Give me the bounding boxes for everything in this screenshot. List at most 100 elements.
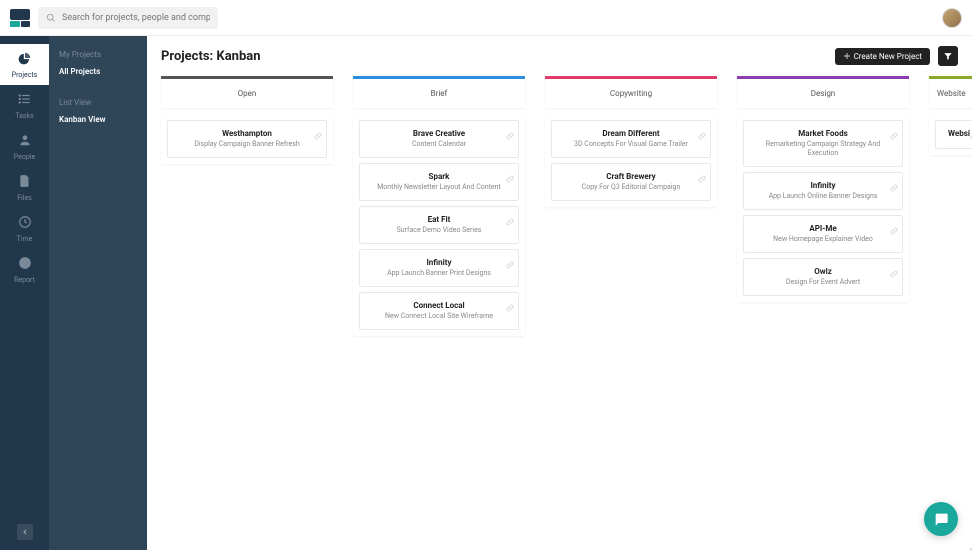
card-subtitle: Remarketing Campaign Strategy And Execut…: [754, 140, 892, 158]
column-body: Brave Creative Content Calendar Spark Month…: [353, 114, 525, 336]
project-card[interactable]: Websi: [935, 120, 972, 149]
column-header[interactable]: Website: [929, 76, 972, 108]
search-input[interactable]: [62, 13, 210, 23]
card-title: Infinity: [370, 258, 508, 267]
nav-item-projects[interactable]: Projects: [0, 44, 49, 85]
page-header: Projects: Kanban Create New Project: [147, 36, 972, 76]
sidebar-item-my-projects[interactable]: My Projects: [57, 46, 139, 63]
card-title: Infinity: [754, 181, 892, 190]
card-title: Connect Local: [370, 301, 508, 310]
card-title: Dream Different: [562, 129, 700, 138]
files-icon: [18, 173, 32, 192]
card-subtitle: Surface Demo Video Series: [370, 226, 508, 235]
link-icon: [890, 177, 898, 196]
sidebar-item-all-projects[interactable]: All Projects: [57, 63, 139, 80]
search-box[interactable]: [38, 7, 218, 29]
project-card[interactable]: Market Foods Remarketing Campaign Strateg…: [743, 120, 903, 167]
nav-item-time[interactable]: Time: [0, 208, 49, 249]
chat-icon: [933, 511, 949, 527]
topbar: [0, 0, 972, 36]
project-card[interactable]: Brave Creative Content Calendar: [359, 120, 519, 158]
project-card[interactable]: Westhampton Display Campaign Banner Refre…: [167, 120, 327, 158]
card-title: Eat Fit: [370, 215, 508, 224]
project-card[interactable]: API-Me New Homepage Explainer Video: [743, 215, 903, 253]
link-icon: [506, 125, 514, 144]
column-header[interactable]: Open: [161, 76, 333, 108]
people-icon: [18, 132, 32, 151]
card-subtitle: Design For Event Advert: [754, 278, 892, 287]
column-body: Market Foods Remarketing Campaign Strateg…: [737, 114, 909, 302]
kanban-column: Website Websi: [929, 76, 972, 536]
card-title: Market Foods: [754, 129, 892, 138]
nav-item-files[interactable]: Files: [0, 167, 49, 208]
column-body: Westhampton Display Campaign Banner Refre…: [161, 114, 333, 164]
kanban-column: Brief Brave Creative Content Calendar Spark…: [353, 76, 525, 536]
card-title: Spark: [370, 172, 508, 181]
nav-label: Files: [17, 194, 32, 202]
sidebar-item-kanban-view[interactable]: Kanban View: [57, 111, 139, 128]
projects-icon: [18, 50, 32, 69]
card-subtitle: Display Campaign Banner Refresh: [178, 140, 316, 149]
nav-item-people[interactable]: People: [0, 126, 49, 167]
nav-item-tasks[interactable]: Tasks: [0, 85, 49, 126]
chat-widget[interactable]: [924, 502, 958, 536]
card-subtitle: New Homepage Explainer Video: [754, 235, 892, 244]
time-icon: [18, 214, 32, 233]
kanban-column: Open Westhampton Display Campaign Banner R…: [161, 76, 333, 536]
create-project-label: Create New Project: [854, 52, 922, 61]
column-body: Dream Different 3D Concepts For Visual Ga…: [545, 114, 717, 207]
column-header[interactable]: Design: [737, 76, 909, 108]
nav-label: Report: [14, 276, 35, 284]
filter-button[interactable]: [938, 46, 958, 66]
nav-label: Tasks: [15, 112, 33, 120]
nav-label: People: [14, 153, 35, 161]
create-project-button[interactable]: Create New Project: [835, 48, 930, 65]
project-card[interactable]: Craft BreweryCopy For Q3 Editorial Campa…: [551, 163, 711, 201]
plus-icon: [843, 52, 851, 60]
project-card[interactable]: Owlz Design For Event Advert: [743, 258, 903, 296]
card-title: Westhampton: [178, 129, 316, 138]
card-subtitle: App Launch Online Banner Designs: [754, 192, 892, 201]
link-icon: [506, 254, 514, 273]
project-card[interactable]: Spark Monthly Newsletter Layout And Conte…: [359, 163, 519, 201]
report-icon: [18, 255, 32, 274]
card-title: Owlz: [754, 267, 892, 276]
card-title: Craft Brewery: [562, 172, 700, 181]
link-icon: [890, 125, 898, 144]
link-icon: [890, 263, 898, 282]
project-card[interactable]: Eat Fit Surface Demo Video Series: [359, 206, 519, 244]
card-subtitle: New Connect Local Site Wireframe: [370, 312, 508, 321]
link-icon: [506, 168, 514, 187]
column-header[interactable]: Brief: [353, 76, 525, 108]
user-avatar[interactable]: [942, 8, 962, 28]
collapse-nav-button[interactable]: [17, 524, 33, 540]
project-card[interactable]: Infinity App Launch Banner Print Designs: [359, 249, 519, 287]
page-title: Projects: Kanban: [161, 49, 261, 64]
sidebar: My ProjectsAll Projects List ViewKanban V…: [49, 36, 147, 550]
card-title: Websi: [946, 129, 972, 138]
card-title: Brave Creative: [370, 129, 508, 138]
project-card[interactable]: Infinity App Launch Online Banner Designs: [743, 172, 903, 210]
link-icon: [314, 125, 322, 144]
card-subtitle: 3D Concepts For Visual Game Trailer: [562, 140, 700, 149]
kanban-column: Copywriting Dream Different 3D Concepts Fo…: [545, 76, 717, 536]
link-icon: [506, 297, 514, 316]
nav-item-report[interactable]: Report: [0, 249, 49, 290]
sidebar-item-list-view[interactable]: List View: [57, 94, 139, 111]
main-nav: Projects Tasks People Files Time Report: [0, 36, 49, 550]
card-subtitle: App Launch Banner Print Designs: [370, 269, 508, 278]
search-icon: [46, 13, 56, 23]
project-card[interactable]: Dream Different 3D Concepts For Visual Ga…: [551, 120, 711, 158]
card-subtitle: Monthly Newsletter Layout And Content: [370, 183, 508, 192]
column-header[interactable]: Copywriting: [545, 76, 717, 108]
column-body: Websi: [929, 114, 972, 155]
app-logo[interactable]: [10, 9, 30, 27]
card-subtitle: Content Calendar: [370, 140, 508, 149]
link-icon: [698, 125, 706, 144]
chevron-left-icon: [21, 528, 29, 536]
kanban-column: Design Market Foods Remarketing Campaign S…: [737, 76, 909, 536]
tasks-icon: [18, 91, 32, 110]
card-title: API-Me: [754, 224, 892, 233]
link-icon: [698, 168, 706, 187]
project-card[interactable]: Connect Local New Connect Local Site Wire…: [359, 292, 519, 330]
